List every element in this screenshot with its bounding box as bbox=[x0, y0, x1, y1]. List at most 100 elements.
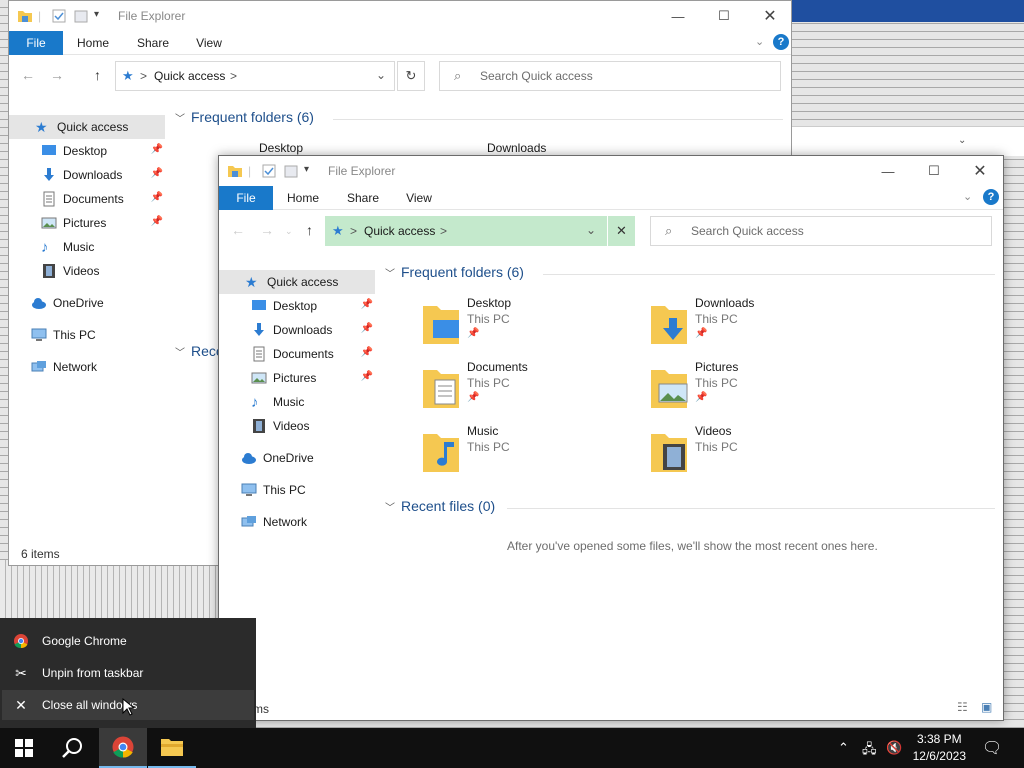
maximize-button[interactable]: ☐ bbox=[701, 1, 747, 31]
search-button[interactable] bbox=[48, 728, 96, 768]
details-view-icon[interactable]: ☷ bbox=[957, 700, 968, 714]
desktop-folder-icon bbox=[423, 306, 459, 344]
sidebar-item-music[interactable]: ♪ Music bbox=[219, 390, 375, 414]
sidebar-item-videos[interactable]: Videos bbox=[219, 414, 375, 438]
expand-ribbon-icon[interactable]: ⌄ bbox=[963, 190, 972, 203]
taskbar-chrome-button[interactable] bbox=[99, 728, 147, 768]
breadcrumb-quick-access[interactable]: Quick access bbox=[364, 224, 435, 238]
folder-tile-pictures[interactable]: Pictures This PC 📌 bbox=[649, 360, 869, 416]
new-folder-icon[interactable] bbox=[73, 8, 89, 24]
close-button[interactable]: ✕ bbox=[957, 156, 1003, 186]
folder-tile-videos[interactable]: Videos This PC bbox=[649, 424, 869, 480]
tab-view[interactable]: View bbox=[187, 31, 231, 55]
jumplist-item-unpin[interactable]: ✂ Unpin from taskbar bbox=[2, 658, 254, 688]
recent-files-header[interactable]: ﹀ Recent files (0) bbox=[385, 498, 495, 514]
search-box[interactable]: ⌕ Search Quick access bbox=[650, 216, 992, 246]
sidebar-item-network[interactable]: Network bbox=[9, 355, 165, 379]
file-explorer-window-front[interactable]: | ▾ File Explorer — ☐ ✕ File Home Share … bbox=[218, 155, 1004, 721]
sidebar-item-videos[interactable]: Videos bbox=[9, 259, 165, 283]
clear-address-icon[interactable]: ✕ bbox=[616, 223, 627, 239]
expand-ribbon-icon[interactable]: ⌄ bbox=[755, 35, 764, 48]
up-arrow-icon[interactable]: ↑ bbox=[306, 222, 313, 238]
tab-file[interactable]: File bbox=[9, 31, 63, 55]
tab-share[interactable]: Share bbox=[341, 186, 385, 210]
sidebar-item-onedrive[interactable]: OneDrive bbox=[219, 446, 375, 470]
tab-view[interactable]: View bbox=[397, 186, 441, 210]
show-hidden-icons-icon[interactable]: ⌃ bbox=[838, 740, 849, 756]
sidebar-item-network[interactable]: Network bbox=[219, 510, 375, 534]
refresh-button[interactable]: ↻ bbox=[397, 61, 425, 91]
folder-tile-desktop[interactable]: Desktop This PC 📌 bbox=[421, 296, 641, 352]
recent-locations-icon[interactable]: ⌄ bbox=[285, 226, 293, 237]
forward-arrow-icon[interactable]: → bbox=[50, 67, 64, 83]
tab-share[interactable]: Share bbox=[131, 31, 175, 55]
customize-toolbar-icon[interactable]: ▾ bbox=[94, 9, 99, 20]
taskbar-file-explorer-button[interactable] bbox=[148, 728, 196, 768]
documents-folder-icon bbox=[423, 370, 459, 408]
sidebar-item-documents[interactable]: Documents 📌 bbox=[219, 342, 375, 366]
pin-icon: 📌 bbox=[360, 371, 373, 382]
sidebar-item-pictures[interactable]: Pictures 📌 bbox=[219, 366, 375, 390]
address-bar[interactable]: ★ > Quick access > ⌄ bbox=[115, 61, 395, 91]
sidebar-item-desktop[interactable]: Desktop 📌 bbox=[9, 139, 165, 163]
minimize-button[interactable]: — bbox=[865, 156, 911, 186]
sidebar-item-desktop[interactable]: Desktop 📌 bbox=[219, 294, 375, 318]
window-title: File Explorer bbox=[328, 164, 396, 178]
documents-icon bbox=[43, 191, 55, 207]
tab-file[interactable]: File bbox=[219, 186, 273, 210]
help-icon[interactable]: ? bbox=[983, 189, 999, 205]
large-icons-view-icon[interactable]: ▣ bbox=[981, 700, 992, 714]
notification-icon[interactable]: 🗨 bbox=[982, 738, 1002, 758]
chrome-icon bbox=[12, 632, 30, 650]
sidebar-item-music[interactable]: ♪ Music bbox=[9, 235, 165, 259]
folder-tile-music[interactable]: Music This PC bbox=[421, 424, 641, 480]
address-bar[interactable]: ★ > Quick access > ⌄ ✕ bbox=[325, 216, 635, 246]
title-bar[interactable]: | ▾ File Explorer — ☐ ✕ bbox=[219, 156, 1003, 186]
address-dropdown-icon[interactable]: ⌄ bbox=[376, 68, 386, 82]
up-arrow-icon[interactable]: ↑ bbox=[94, 67, 101, 83]
pin-icon: 📌 bbox=[695, 392, 708, 403]
minimize-button[interactable]: — bbox=[655, 1, 701, 31]
tab-home[interactable]: Home bbox=[71, 31, 115, 55]
start-button[interactable] bbox=[0, 728, 48, 768]
sidebar-item-pictures[interactable]: Pictures 📌 bbox=[9, 211, 165, 235]
new-folder-icon[interactable] bbox=[283, 163, 299, 179]
back-arrow-icon[interactable]: ← bbox=[21, 67, 35, 83]
pictures-icon bbox=[41, 217, 57, 229]
sidebar-item-this-pc[interactable]: This PC bbox=[219, 478, 375, 502]
recent-files-header[interactable]: ﹀ Rece bbox=[175, 343, 224, 359]
folder-tile-downloads[interactable]: Downloads This PC 📌 bbox=[649, 296, 869, 352]
jumplist-item-chrome[interactable]: Google Chrome bbox=[2, 626, 254, 656]
navigation-bar: ← → ↑ ★ > Quick access > ⌄ ↻ ⌕ Search Qu… bbox=[9, 55, 791, 99]
breadcrumb-quick-access[interactable]: Quick access bbox=[154, 69, 225, 83]
close-button[interactable]: ✕ bbox=[747, 1, 791, 31]
sidebar-item-documents[interactable]: Documents 📌 bbox=[9, 187, 165, 211]
help-icon[interactable]: ? bbox=[773, 34, 789, 50]
properties-icon[interactable] bbox=[261, 163, 277, 179]
volume-muted-icon[interactable]: 🔇 bbox=[886, 740, 902, 756]
sidebar-item-downloads[interactable]: Downloads 📌 bbox=[9, 163, 165, 187]
content-area: ﹀ Frequent folders (6) Desktop This PC 📌… bbox=[383, 254, 1003, 720]
pin-icon: 📌 bbox=[695, 328, 708, 339]
sidebar-item-this-pc[interactable]: This PC bbox=[9, 323, 165, 347]
address-dropdown-icon[interactable]: ⌄ bbox=[586, 223, 596, 237]
frequent-folders-header[interactable]: ﹀ Frequent folders (6) bbox=[175, 109, 314, 125]
sidebar-item-downloads[interactable]: Downloads 📌 bbox=[219, 318, 375, 342]
downloads-icon bbox=[44, 168, 54, 181]
system-clock[interactable]: 3:38 PM 12/6/2023 bbox=[913, 731, 966, 765]
back-arrow-icon[interactable]: ← bbox=[231, 222, 245, 238]
title-bar[interactable]: | ▾ File Explorer — ☐ ✕ bbox=[9, 1, 791, 31]
properties-icon[interactable] bbox=[51, 8, 67, 24]
sidebar-item-quick-access[interactable]: ★ Quick access bbox=[219, 270, 375, 294]
mouse-cursor-icon bbox=[122, 698, 134, 716]
tab-home[interactable]: Home bbox=[281, 186, 325, 210]
maximize-button[interactable]: ☐ bbox=[911, 156, 957, 186]
frequent-folders-header[interactable]: ﹀ Frequent folders (6) bbox=[385, 264, 524, 280]
folder-tile-documents[interactable]: Documents This PC 📌 bbox=[421, 360, 641, 416]
network-status-icon[interactable]: 🖧 bbox=[862, 740, 877, 762]
search-box[interactable]: ⌕ Search Quick access bbox=[439, 61, 781, 91]
forward-arrow-icon[interactable]: → bbox=[260, 222, 274, 238]
sidebar-item-onedrive[interactable]: OneDrive bbox=[9, 291, 165, 315]
customize-toolbar-icon[interactable]: ▾ bbox=[304, 164, 309, 175]
sidebar-item-quick-access[interactable]: ★ Quick access bbox=[9, 115, 165, 139]
